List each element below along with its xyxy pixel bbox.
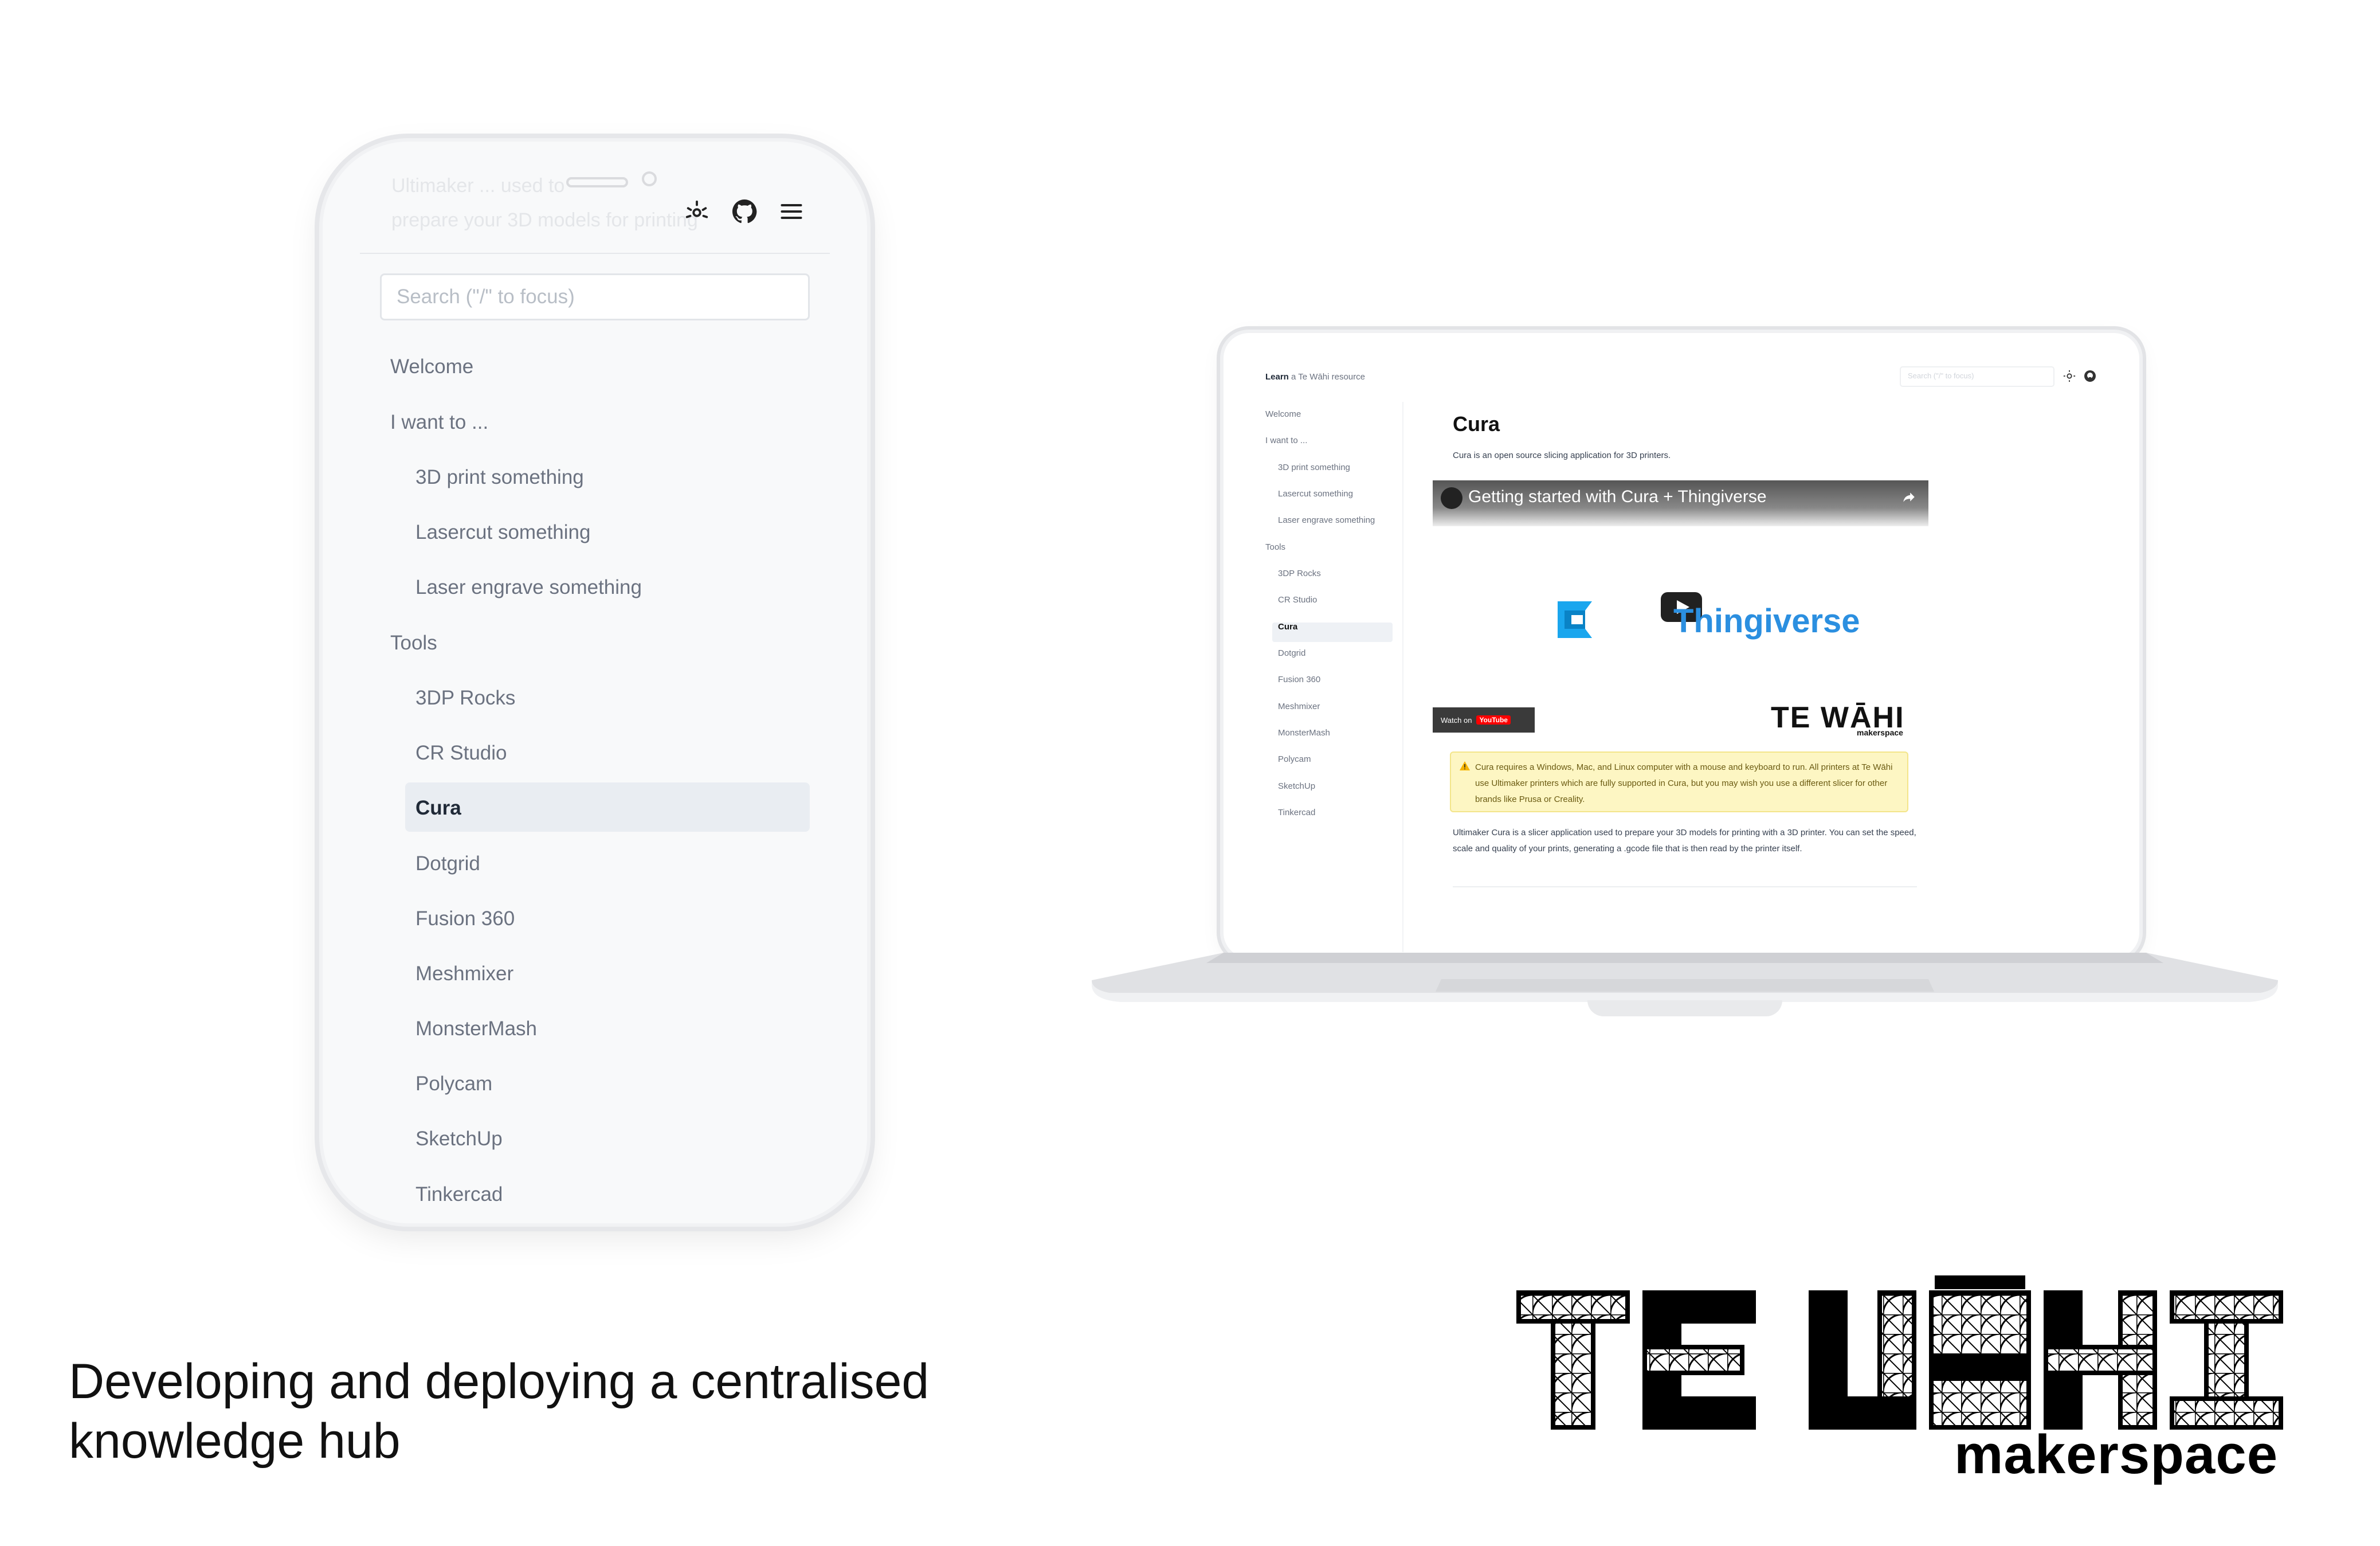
page-intro: Cura is an open source slicing applicati… <box>1453 451 1671 460</box>
menu-icon[interactable] <box>779 199 804 227</box>
sidebar-item-meshmixer[interactable]: Meshmixer <box>415 962 513 985</box>
sidebar-item-cura[interactable]: Cura <box>415 797 461 820</box>
github-icon[interactable] <box>2083 369 2097 386</box>
caption-line-1: Developing and deploying a centralised <box>69 1354 930 1409</box>
laptop-nav-cura[interactable]: Cura <box>1278 622 1297 632</box>
sidebar-item-i-want-to[interactable]: I want to ... <box>390 411 488 434</box>
ghost-text: prepare your 3D models for printing <box>391 209 698 231</box>
sidebar-item-tools[interactable]: Tools <box>390 632 437 655</box>
laptop-nav-sketchup[interactable]: SketchUp <box>1278 781 1315 791</box>
laptop-nav-meshmixer[interactable]: Meshmixer <box>1278 702 1320 711</box>
laptop-nav-laser-engrave[interactable]: Laser engrave something <box>1278 515 1375 525</box>
laptop-nav-tools[interactable]: Tools <box>1265 542 1285 552</box>
youtube-logo: YouTube <box>1476 715 1511 725</box>
sidebar-item-monstermash[interactable]: MonsterMash <box>415 1017 537 1040</box>
laptop-nav-dotgrid[interactable]: Dotgrid <box>1278 648 1305 658</box>
laptop-nav-cr-studio[interactable]: CR Studio <box>1278 595 1317 605</box>
warning-text: Cura requires a Windows, Mac, and Linux … <box>1475 762 1893 804</box>
phone-power-button <box>867 390 873 504</box>
caption-line-2: knowledge hub <box>69 1414 401 1469</box>
brand-subtitle: a Te Wāhi resource <box>1291 372 1365 382</box>
laptop-screen: Learn a Te Wāhi resource Search ("/" to … <box>1224 333 2139 958</box>
laptop-nav-lasercut[interactable]: Lasercut something <box>1278 489 1353 499</box>
sidebar-item-3d-print[interactable]: 3D print something <box>415 466 584 489</box>
sidebar-item-polycam[interactable]: Polycam <box>415 1073 492 1095</box>
phone-side-button <box>317 284 323 324</box>
laptop-nav-welcome[interactable]: Welcome <box>1265 409 1301 419</box>
phone-camera <box>642 171 657 186</box>
content-divider <box>1453 886 1917 887</box>
brand-title: Learn <box>1265 372 1289 382</box>
laptop-nav-tinkercad[interactable]: Tinkercad <box>1278 808 1315 817</box>
search-input[interactable]: Search ("/" to focus) <box>380 273 810 320</box>
warning-callout: Cura requires a Windows, Mac, and Linux … <box>1450 752 1908 812</box>
laptop-nav-fusion-360[interactable]: Fusion 360 <box>1278 675 1320 684</box>
page-title: Cura <box>1453 412 1500 436</box>
video-makerspace-label: makerspace <box>1857 728 1903 737</box>
laptop-notch <box>1587 1000 1782 1016</box>
nav-active-highlight <box>405 782 810 832</box>
laptop-nav-i-want-to[interactable]: I want to ... <box>1265 436 1307 445</box>
search-placeholder: Search ("/" to focus) <box>397 285 575 308</box>
github-icon[interactable] <box>731 198 758 228</box>
cura-logo-icon <box>1546 592 1601 650</box>
youtube-embed[interactable]: Getting started with Cura + Thingiverse … <box>1433 480 1928 737</box>
watch-on-youtube-button[interactable]: Watch on YouTube <box>1433 707 1535 733</box>
share-icon[interactable] <box>1901 490 1916 507</box>
sun-icon[interactable] <box>684 198 710 228</box>
site-brand[interactable]: Learn a Te Wāhi resource <box>1265 372 1365 382</box>
logo-makerspace-text: makerspace <box>1954 1424 2279 1485</box>
ghost-text: Ultimaker ... used to <box>391 175 565 197</box>
channel-avatar <box>1441 487 1462 509</box>
te-wahi-makerspace-logo: makerspace <box>1513 1273 2315 1485</box>
warning-icon <box>1459 761 1471 777</box>
sidebar-item-lasercut[interactable]: Lasercut something <box>415 521 590 544</box>
laptop-nav-monstermash[interactable]: MonsterMash <box>1278 728 1330 738</box>
laptop-nav-polycam[interactable]: Polycam <box>1278 754 1311 764</box>
project-caption: Developing and deploying a centralised k… <box>69 1352 929 1471</box>
cura-description: Ultimaker Cura is a slicer application u… <box>1453 828 1916 854</box>
phone-speaker <box>566 177 628 187</box>
laptop-search-input[interactable]: Search ("/" to focus) <box>1900 366 2054 387</box>
sidebar-item-welcome[interactable]: Welcome <box>390 355 473 378</box>
phone-header-icons <box>684 198 804 228</box>
sidebar-item-3dp-rocks[interactable]: 3DP Rocks <box>415 687 515 710</box>
phone-mockup: Ultimaker ... used to prepare your 3D mo… <box>323 142 867 1223</box>
thingiverse-wordmark: Thingiverse <box>1673 602 1860 640</box>
header-divider <box>360 253 830 254</box>
laptop-base <box>1092 953 2278 1004</box>
laptop-search-placeholder: Search ("/" to focus) <box>1908 371 1974 380</box>
video-title[interactable]: Getting started with Cura + Thingiverse <box>1468 487 1767 507</box>
watch-on-label: Watch on <box>1441 715 1472 725</box>
sidebar-item-cr-studio[interactable]: CR Studio <box>415 742 507 765</box>
sidebar-divider <box>1402 402 1403 952</box>
laptop-nav-3d-print[interactable]: 3D print something <box>1278 463 1350 472</box>
sidebar-item-laser-engrave[interactable]: Laser engrave something <box>415 576 642 599</box>
phone-volume-down-button <box>317 459 323 533</box>
sidebar-item-tinkercad[interactable]: Tinkercad <box>415 1183 503 1206</box>
sidebar-item-sketchup[interactable]: SketchUp <box>415 1128 503 1150</box>
laptop-nav-3dp-rocks[interactable]: 3DP Rocks <box>1278 569 1321 578</box>
sun-icon[interactable] <box>2063 370 2076 385</box>
phone-volume-up-button <box>317 364 323 439</box>
sidebar-item-dotgrid[interactable]: Dotgrid <box>415 852 480 875</box>
sidebar-item-fusion-360[interactable]: Fusion 360 <box>415 907 515 930</box>
